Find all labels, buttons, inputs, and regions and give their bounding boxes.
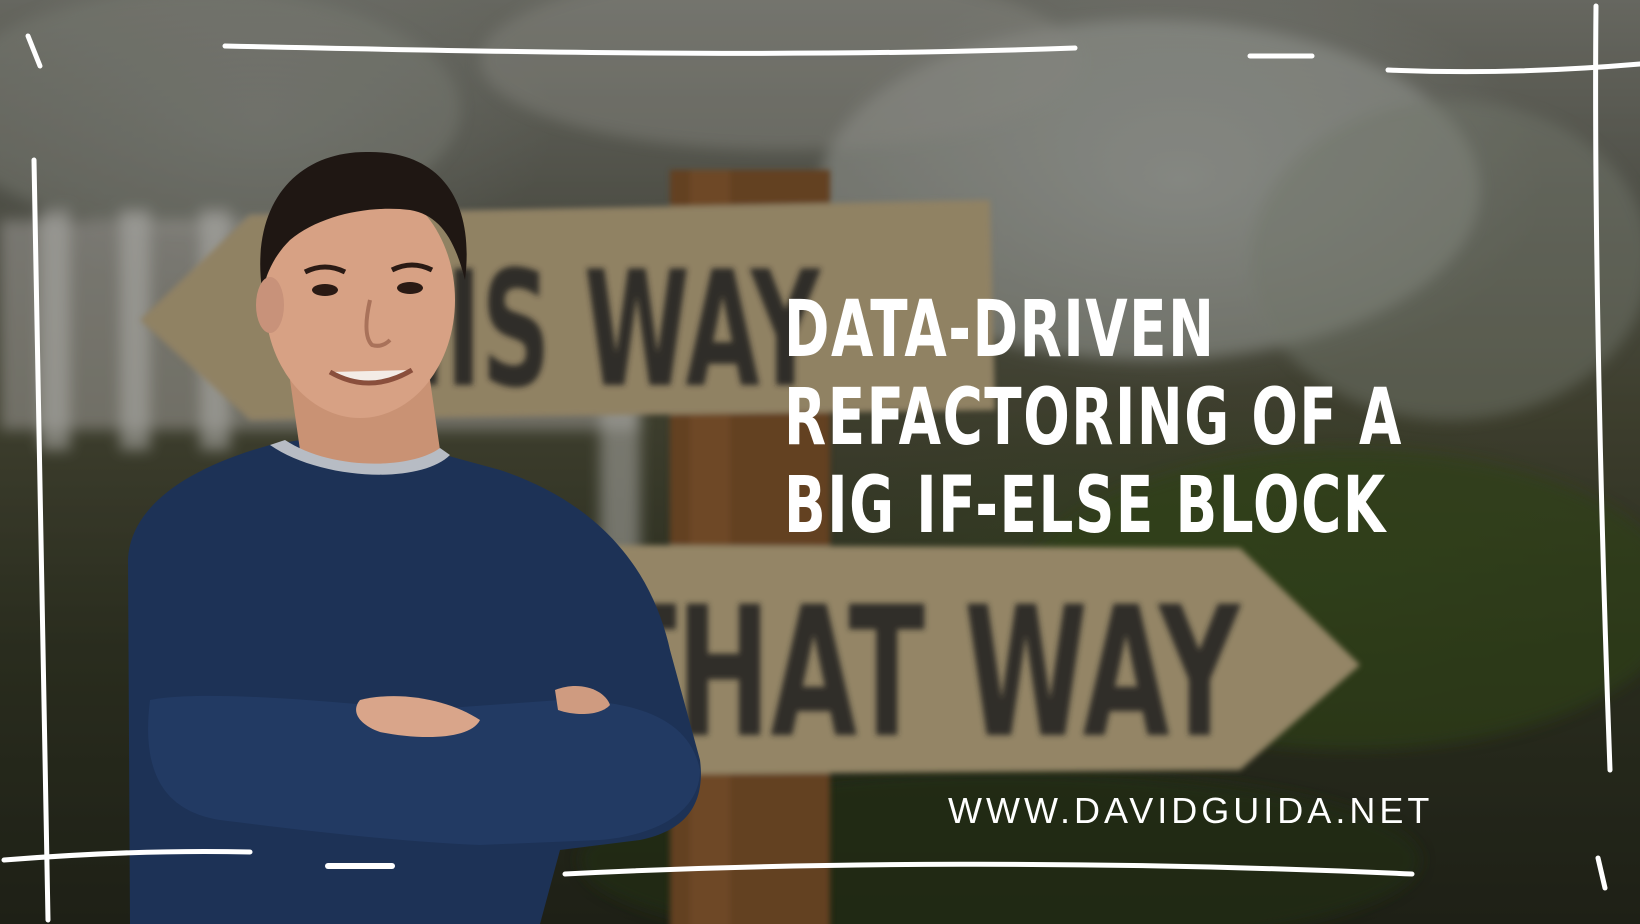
sweater bbox=[128, 435, 701, 924]
thumbnail-canvas: THIS WAY THAT WAY DATA-DRIVEN REFACTORIN… bbox=[0, 0, 1640, 924]
headline: DATA-DRIVEN REFACTORING OF A BIG IF-ELSE… bbox=[784, 285, 1403, 551]
website-url: WWW.DAVIDGUIDA.NET bbox=[948, 790, 1434, 831]
headline-line-1: DATA-DRIVEN bbox=[784, 285, 1216, 375]
headline-line-2: REFACTORING OF A bbox=[784, 373, 1403, 463]
headline-line-3: BIG IF-ELSE BLOCK bbox=[784, 461, 1387, 551]
